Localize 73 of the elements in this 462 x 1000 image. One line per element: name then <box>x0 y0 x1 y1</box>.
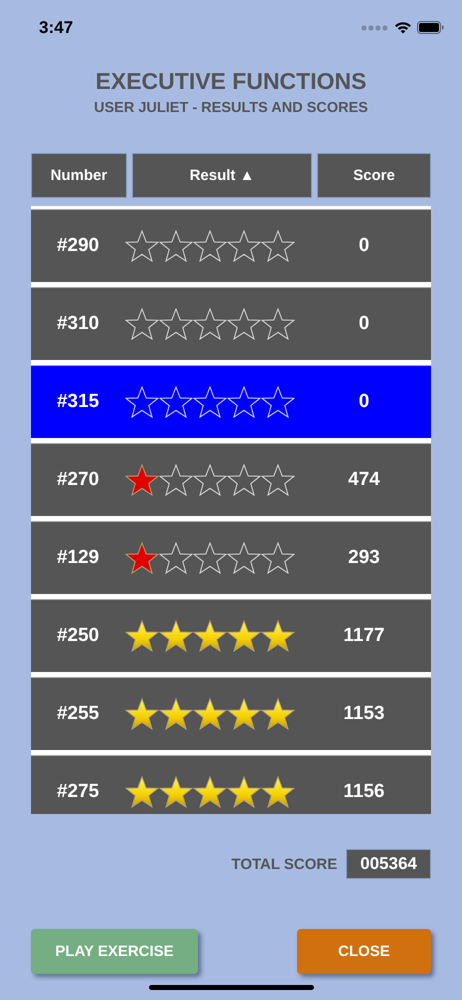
empty-star-icon <box>159 230 193 262</box>
result-row[interactable]: #250 1177 <box>31 599 431 672</box>
score-value: 293 <box>347 547 381 569</box>
filled-star-icon <box>261 620 295 652</box>
empty-star-icon <box>193 230 227 262</box>
filled-star-icon <box>261 776 295 808</box>
score-value: 474 <box>347 469 381 491</box>
empty-star-icon <box>159 308 193 340</box>
empty-star-icon <box>125 230 159 262</box>
filled-star-icon <box>227 698 261 730</box>
result-row[interactable]: #315 0 <box>31 365 431 438</box>
exercise-number: #129 <box>56 547 100 569</box>
empty-star-icon <box>227 386 261 418</box>
filled-star-icon <box>159 698 193 730</box>
result-row[interactable]: #310 0 <box>31 287 431 360</box>
exercise-number: #275 <box>56 781 100 803</box>
filled-star-icon <box>193 620 227 652</box>
filled-star-icon <box>125 776 159 808</box>
column-header[interactable]: Result ▲ <box>132 153 312 198</box>
empty-star-icon <box>227 230 261 262</box>
exercise-number: #250 <box>56 625 100 647</box>
filled-star-icon <box>227 776 261 808</box>
filled-star-icon <box>125 464 159 496</box>
filled-star-icon <box>193 776 227 808</box>
score-value: 1156 <box>342 781 386 803</box>
score-value: 0 <box>358 235 370 257</box>
empty-star-icon <box>193 464 227 496</box>
empty-star-icon <box>261 464 295 496</box>
exercise-number: #310 <box>56 313 100 335</box>
empty-star-icon <box>261 230 295 262</box>
empty-star-icon <box>159 386 193 418</box>
total-score-value: 005364 <box>346 849 431 879</box>
result-row[interactable]: #290 0 <box>31 209 431 282</box>
signal-icon <box>361 24 389 30</box>
result-row[interactable]: #275 1156 <box>31 755 431 814</box>
empty-star-icon <box>227 542 261 574</box>
score-value: 0 <box>358 313 370 335</box>
total-score-label: TOTAL SCORE <box>231 856 338 872</box>
score-value: 1177 <box>342 625 386 647</box>
exercise-number: #255 <box>56 703 100 725</box>
empty-star-icon <box>261 542 295 574</box>
result-row[interactable]: #255 1153 <box>31 677 431 750</box>
result-row[interactable]: #129 293 <box>31 521 431 594</box>
filled-star-icon <box>159 620 193 652</box>
filled-star-icon <box>261 698 295 730</box>
score-value: 0 <box>358 391 370 413</box>
empty-star-icon <box>261 308 295 340</box>
exercise-number: #290 <box>56 235 100 257</box>
battery-icon <box>417 21 444 34</box>
exercise-number: #270 <box>56 469 100 491</box>
empty-star-icon <box>193 308 227 340</box>
page-subtitle: USER JULIET - RESULTS AND SCORES <box>94 100 368 116</box>
empty-star-icon <box>261 386 295 418</box>
filled-star-icon <box>193 698 227 730</box>
status-time: 3:47 <box>39 18 74 38</box>
column-header[interactable]: Number <box>31 153 127 198</box>
filled-star-icon <box>125 542 159 574</box>
page-title: EXECUTIVE FUNCTIONS <box>96 68 366 95</box>
empty-star-icon <box>193 386 227 418</box>
empty-star-icon <box>125 308 159 340</box>
empty-star-icon <box>227 308 261 340</box>
exercise-number: #315 <box>56 391 100 413</box>
score-value: 1153 <box>342 703 386 725</box>
result-row[interactable]: #270 474 <box>31 443 431 516</box>
filled-star-icon <box>125 620 159 652</box>
empty-star-icon <box>227 464 261 496</box>
filled-star-icon <box>125 698 159 730</box>
filled-star-icon <box>227 620 261 652</box>
column-header[interactable]: Score <box>317 153 431 198</box>
filled-star-icon <box>159 776 193 808</box>
empty-star-icon <box>125 386 159 418</box>
wifi-icon <box>394 21 412 34</box>
empty-star-icon <box>193 542 227 574</box>
